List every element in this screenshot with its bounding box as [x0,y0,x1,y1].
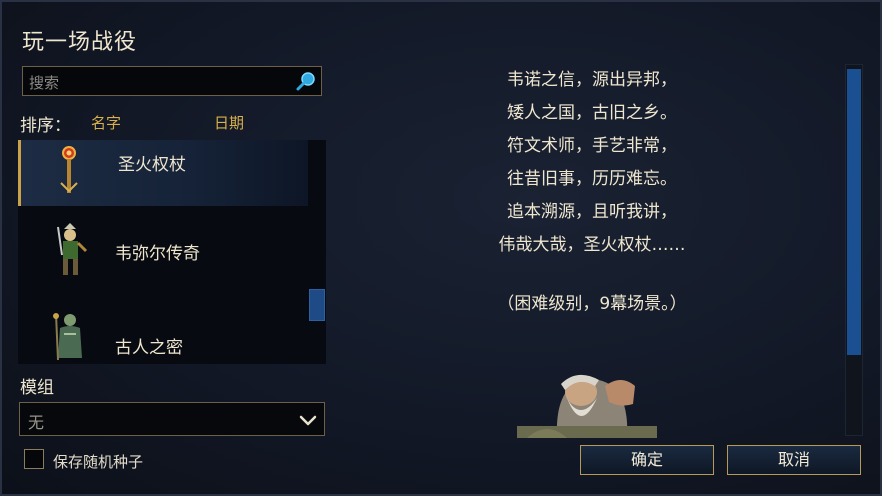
cancel-button[interactable]: 取消 [727,445,861,475]
dwarf-portrait-image [517,374,657,438]
save-random-seed-checkbox[interactable] [24,449,44,469]
description-scrollbar[interactable] [845,64,863,436]
description-line: 往昔旧事，历历难忘。 [507,169,677,189]
mod-selected-value: 无 [28,413,45,432]
scepter-icon [60,146,78,193]
chevron-down-icon [299,415,317,426]
sort-by-date-button[interactable]: 日期 [214,112,244,133]
ancient-portrait-icon [53,313,82,361]
campaign-list: 圣火权杖 韦弥尔传奇 古人之密 [18,140,326,364]
search-icon[interactable] [295,70,317,92]
description-line: 伟哉大哉，圣火权杖…… [498,235,686,255]
sort-label: 排序： [20,116,71,136]
mod-select[interactable]: 无 [19,402,325,436]
campaign-dialog: 玩一场战役 搜索 排序： 名字 日期 圣火权杖 韦弥尔传奇 古人之密 模组 无 … [0,0,882,496]
campaign-item-scepter-of-fire[interactable]: 圣火权杖 [18,140,308,206]
search-input[interactable]: 搜索 [22,66,322,96]
campaign-description: 韦诺之信，源出异邦， 矮人之国，古旧之乡。 符文术师，手艺非常， 往昔旧事，历历… [412,64,772,262]
list-scrollbar-thumb[interactable] [309,289,325,321]
mod-label: 模组 [20,378,54,398]
campaign-item-label: 韦弥尔传奇 [115,244,200,264]
description-line: 符文术师，手艺非常， [507,136,677,156]
campaign-item-secrets-of-the-ancients[interactable]: 古人之密 [18,308,308,364]
description-line: 韦诺之信，源出异邦， [507,70,677,90]
search-placeholder: 搜索 [29,74,60,92]
description-line: 追本溯源，且听我讲， [507,202,677,222]
warrior-portrait-icon [57,223,88,275]
campaign-item-label: 古人之密 [115,338,183,358]
sort-by-name-button[interactable]: 名字 [91,112,121,133]
description-line: 矮人之国，古旧之乡。 [507,103,677,123]
save-random-seed-label[interactable]: 保存随机种子 [53,451,143,472]
campaign-item-legend-of-wesmere[interactable]: 韦弥尔传奇 [18,218,308,284]
confirm-button[interactable]: 确定 [580,445,714,475]
campaign-item-label: 圣火权杖 [118,155,186,175]
dialog-title: 玩一场战役 [22,30,138,55]
difficulty-info: （困难级别，9幕场景。） [497,294,687,314]
description-scrollbar-thumb[interactable] [847,69,861,355]
